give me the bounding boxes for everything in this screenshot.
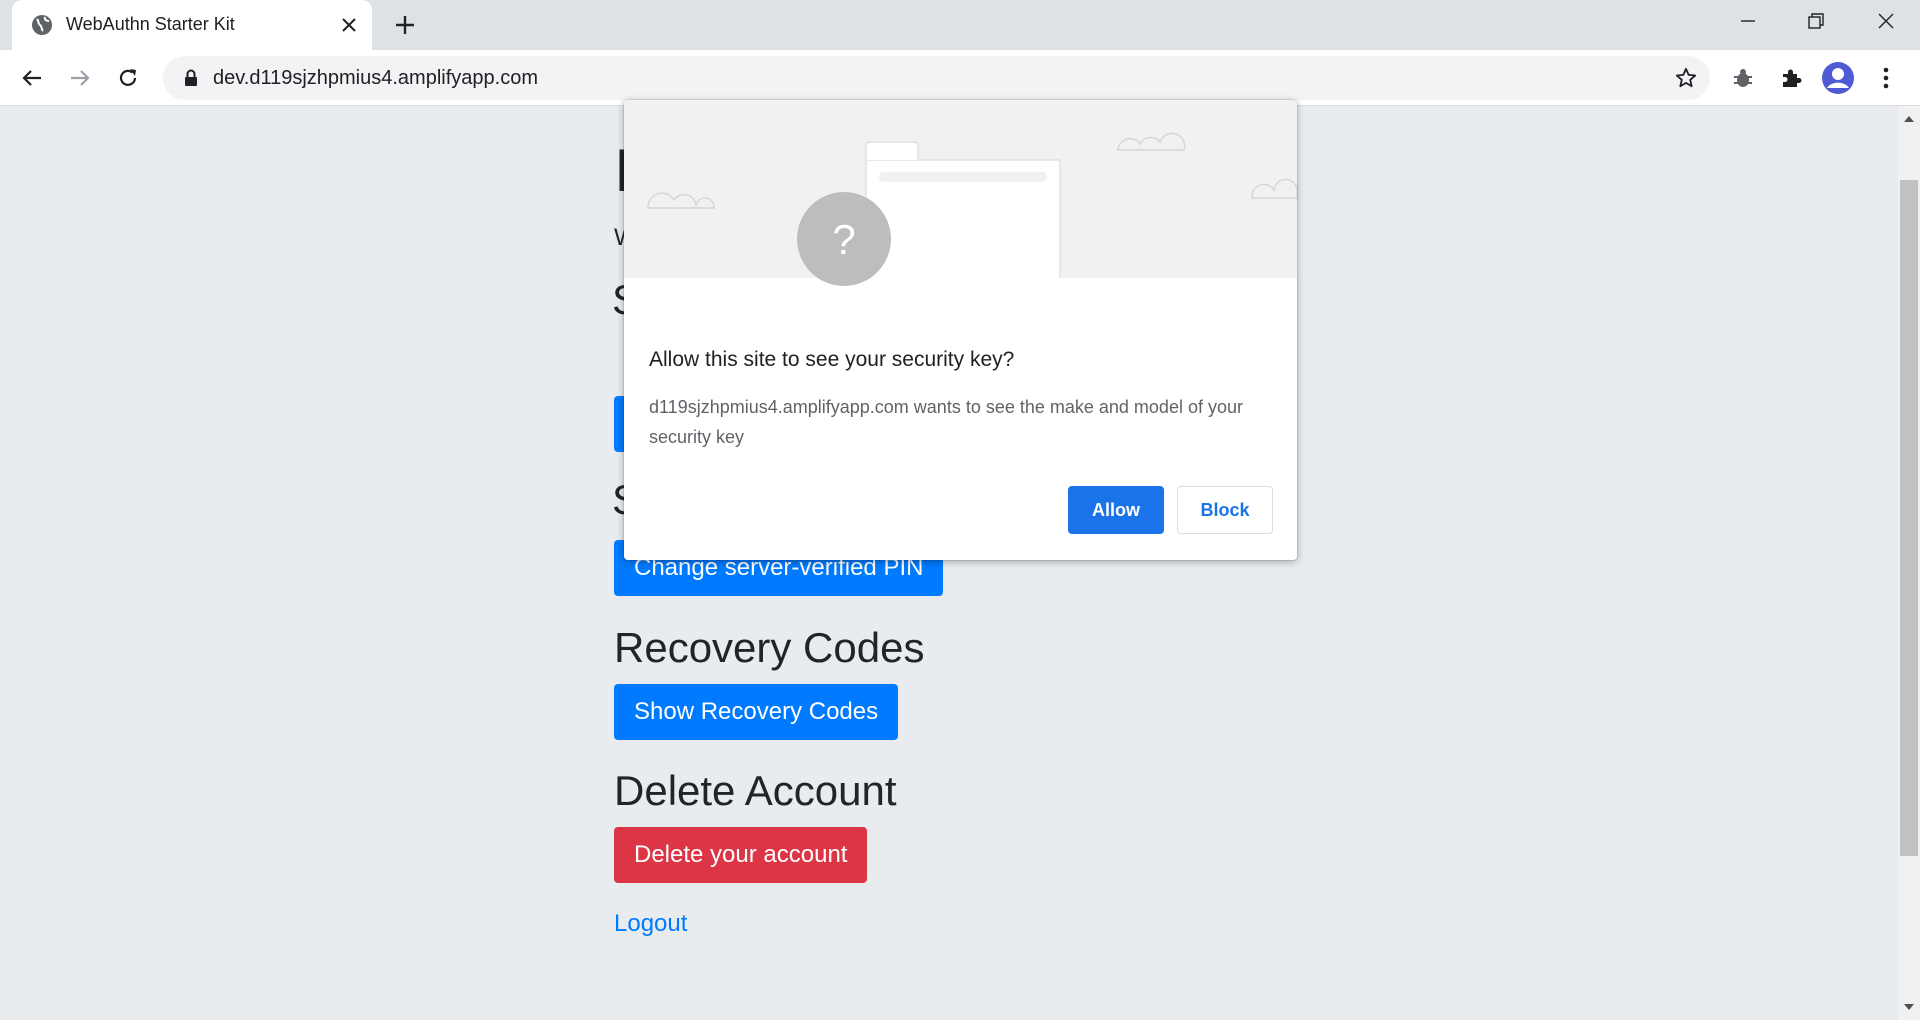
forward-arrow-icon[interactable] — [62, 60, 98, 96]
tab-title: WebAuthn Starter Kit — [66, 14, 235, 34]
reload-icon[interactable] — [110, 60, 146, 96]
security-key-permission-dialog: ? Allow this site to see your security k… — [624, 100, 1297, 560]
question-mark-icon: ? — [797, 192, 891, 286]
menu-kebab-icon[interactable] — [1870, 62, 1902, 94]
tab-strip: WebAuthn Starter Kit — [0, 0, 1920, 50]
url-text: dev.d119sjzhpmius4.amplifyapp.com — [213, 67, 538, 89]
back-arrow-icon[interactable] — [14, 60, 50, 96]
permission-illustration: ? — [624, 100, 1297, 301]
recovery-codes-heading: Recovery Codes — [614, 624, 925, 671]
scroll-up-arrow-icon[interactable] — [1898, 108, 1920, 130]
block-button[interactable]: Block — [1177, 486, 1273, 534]
delete-account-heading: Delete Account — [614, 767, 897, 814]
allow-button[interactable]: Allow — [1068, 486, 1164, 534]
browser-toolbar: dev.d119sjzhpmius4.amplifyapp.com — [0, 50, 1920, 106]
close-tab-icon[interactable] — [335, 11, 363, 39]
extensions-puzzle-icon[interactable] — [1775, 62, 1807, 94]
minimize-icon[interactable] — [1714, 0, 1782, 42]
dialog-body: d119sjzhpmius4.amplifyapp.com wants to s… — [649, 397, 1243, 447]
delete-account-button[interactable]: Delete your account — [614, 827, 868, 883]
svg-text:?: ? — [832, 216, 855, 263]
globe-icon — [30, 13, 54, 37]
extension-bug-icon[interactable] — [1727, 62, 1759, 94]
scroll-down-arrow-icon[interactable] — [1898, 996, 1920, 1018]
new-tab-icon[interactable] — [390, 10, 420, 40]
close-window-icon[interactable] — [1852, 0, 1920, 42]
scrollbar-thumb[interactable] — [1900, 180, 1918, 856]
dialog-title: Allow this site to see your security key… — [649, 348, 1015, 371]
lock-icon[interactable] — [181, 68, 201, 88]
restore-icon[interactable] — [1782, 0, 1850, 42]
show-recovery-codes-button[interactable]: Show Recovery Codes — [614, 684, 899, 740]
bookmark-star-icon[interactable] — [1672, 64, 1700, 92]
profile-avatar-icon[interactable] — [1822, 62, 1854, 94]
browser-tab[interactable]: WebAuthn Starter Kit — [12, 0, 372, 50]
address-bar[interactable]: dev.d119sjzhpmius4.amplifyapp.com — [163, 56, 1710, 100]
logout-link[interactable]: Logout — [614, 910, 687, 938]
